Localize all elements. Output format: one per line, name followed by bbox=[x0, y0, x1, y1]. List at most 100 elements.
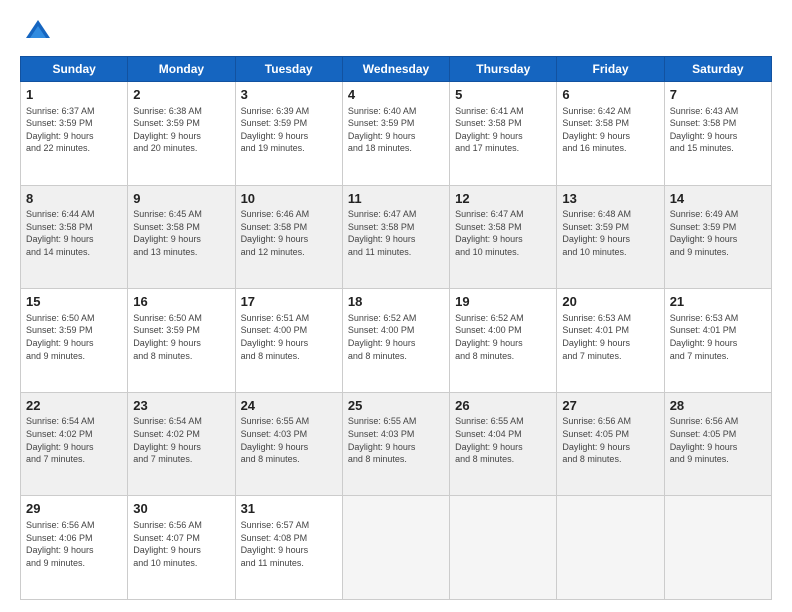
day-cell-30: 30Sunrise: 6:56 AM Sunset: 4:07 PM Dayli… bbox=[128, 496, 235, 600]
day-cell-8: 8Sunrise: 6:44 AM Sunset: 3:58 PM Daylig… bbox=[21, 185, 128, 289]
empty-cell bbox=[450, 496, 557, 600]
day-info: Sunrise: 6:56 AM Sunset: 4:05 PM Dayligh… bbox=[670, 415, 766, 465]
empty-cell bbox=[342, 496, 449, 600]
day-cell-23: 23Sunrise: 6:54 AM Sunset: 4:02 PM Dayli… bbox=[128, 392, 235, 496]
day-info: Sunrise: 6:55 AM Sunset: 4:03 PM Dayligh… bbox=[348, 415, 444, 465]
day-info: Sunrise: 6:51 AM Sunset: 4:00 PM Dayligh… bbox=[241, 312, 337, 362]
calendar: SundayMondayTuesdayWednesdayThursdayFrid… bbox=[20, 56, 772, 600]
day-cell-6: 6Sunrise: 6:42 AM Sunset: 3:58 PM Daylig… bbox=[557, 82, 664, 186]
day-number: 15 bbox=[26, 293, 122, 311]
empty-cell bbox=[557, 496, 664, 600]
day-info: Sunrise: 6:41 AM Sunset: 3:58 PM Dayligh… bbox=[455, 105, 551, 155]
logo-icon bbox=[24, 18, 52, 46]
weekday-header-wednesday: Wednesday bbox=[342, 57, 449, 82]
day-info: Sunrise: 6:42 AM Sunset: 3:58 PM Dayligh… bbox=[562, 105, 658, 155]
weekday-header-friday: Friday bbox=[557, 57, 664, 82]
day-info: Sunrise: 6:45 AM Sunset: 3:58 PM Dayligh… bbox=[133, 208, 229, 258]
day-info: Sunrise: 6:40 AM Sunset: 3:59 PM Dayligh… bbox=[348, 105, 444, 155]
weekday-header-sunday: Sunday bbox=[21, 57, 128, 82]
header bbox=[20, 18, 772, 46]
day-number: 27 bbox=[562, 397, 658, 415]
day-cell-22: 22Sunrise: 6:54 AM Sunset: 4:02 PM Dayli… bbox=[21, 392, 128, 496]
day-cell-20: 20Sunrise: 6:53 AM Sunset: 4:01 PM Dayli… bbox=[557, 289, 664, 393]
day-info: Sunrise: 6:53 AM Sunset: 4:01 PM Dayligh… bbox=[562, 312, 658, 362]
logo bbox=[20, 18, 52, 46]
day-cell-13: 13Sunrise: 6:48 AM Sunset: 3:59 PM Dayli… bbox=[557, 185, 664, 289]
day-number: 12 bbox=[455, 190, 551, 208]
day-cell-28: 28Sunrise: 6:56 AM Sunset: 4:05 PM Dayli… bbox=[664, 392, 771, 496]
day-cell-31: 31Sunrise: 6:57 AM Sunset: 4:08 PM Dayli… bbox=[235, 496, 342, 600]
day-info: Sunrise: 6:47 AM Sunset: 3:58 PM Dayligh… bbox=[348, 208, 444, 258]
weekday-header-saturday: Saturday bbox=[664, 57, 771, 82]
day-info: Sunrise: 6:50 AM Sunset: 3:59 PM Dayligh… bbox=[26, 312, 122, 362]
day-number: 2 bbox=[133, 86, 229, 104]
day-info: Sunrise: 6:55 AM Sunset: 4:03 PM Dayligh… bbox=[241, 415, 337, 465]
day-info: Sunrise: 6:43 AM Sunset: 3:58 PM Dayligh… bbox=[670, 105, 766, 155]
day-info: Sunrise: 6:56 AM Sunset: 4:05 PM Dayligh… bbox=[562, 415, 658, 465]
day-info: Sunrise: 6:54 AM Sunset: 4:02 PM Dayligh… bbox=[26, 415, 122, 465]
day-number: 22 bbox=[26, 397, 122, 415]
day-number: 16 bbox=[133, 293, 229, 311]
weekday-header-tuesday: Tuesday bbox=[235, 57, 342, 82]
day-cell-2: 2Sunrise: 6:38 AM Sunset: 3:59 PM Daylig… bbox=[128, 82, 235, 186]
day-cell-5: 5Sunrise: 6:41 AM Sunset: 3:58 PM Daylig… bbox=[450, 82, 557, 186]
day-info: Sunrise: 6:46 AM Sunset: 3:58 PM Dayligh… bbox=[241, 208, 337, 258]
day-info: Sunrise: 6:47 AM Sunset: 3:58 PM Dayligh… bbox=[455, 208, 551, 258]
weekday-header-thursday: Thursday bbox=[450, 57, 557, 82]
day-cell-7: 7Sunrise: 6:43 AM Sunset: 3:58 PM Daylig… bbox=[664, 82, 771, 186]
day-number: 25 bbox=[348, 397, 444, 415]
day-cell-26: 26Sunrise: 6:55 AM Sunset: 4:04 PM Dayli… bbox=[450, 392, 557, 496]
day-number: 28 bbox=[670, 397, 766, 415]
day-number: 21 bbox=[670, 293, 766, 311]
day-cell-17: 17Sunrise: 6:51 AM Sunset: 4:00 PM Dayli… bbox=[235, 289, 342, 393]
day-number: 7 bbox=[670, 86, 766, 104]
day-info: Sunrise: 6:54 AM Sunset: 4:02 PM Dayligh… bbox=[133, 415, 229, 465]
day-number: 3 bbox=[241, 86, 337, 104]
day-number: 30 bbox=[133, 500, 229, 518]
day-number: 8 bbox=[26, 190, 122, 208]
day-cell-16: 16Sunrise: 6:50 AM Sunset: 3:59 PM Dayli… bbox=[128, 289, 235, 393]
day-number: 4 bbox=[348, 86, 444, 104]
day-info: Sunrise: 6:38 AM Sunset: 3:59 PM Dayligh… bbox=[133, 105, 229, 155]
day-cell-18: 18Sunrise: 6:52 AM Sunset: 4:00 PM Dayli… bbox=[342, 289, 449, 393]
day-info: Sunrise: 6:56 AM Sunset: 4:07 PM Dayligh… bbox=[133, 519, 229, 569]
day-info: Sunrise: 6:57 AM Sunset: 4:08 PM Dayligh… bbox=[241, 519, 337, 569]
day-info: Sunrise: 6:37 AM Sunset: 3:59 PM Dayligh… bbox=[26, 105, 122, 155]
day-cell-9: 9Sunrise: 6:45 AM Sunset: 3:58 PM Daylig… bbox=[128, 185, 235, 289]
day-number: 26 bbox=[455, 397, 551, 415]
day-number: 23 bbox=[133, 397, 229, 415]
day-number: 6 bbox=[562, 86, 658, 104]
day-info: Sunrise: 6:49 AM Sunset: 3:59 PM Dayligh… bbox=[670, 208, 766, 258]
day-cell-21: 21Sunrise: 6:53 AM Sunset: 4:01 PM Dayli… bbox=[664, 289, 771, 393]
day-cell-19: 19Sunrise: 6:52 AM Sunset: 4:00 PM Dayli… bbox=[450, 289, 557, 393]
day-cell-15: 15Sunrise: 6:50 AM Sunset: 3:59 PM Dayli… bbox=[21, 289, 128, 393]
day-cell-29: 29Sunrise: 6:56 AM Sunset: 4:06 PM Dayli… bbox=[21, 496, 128, 600]
day-number: 20 bbox=[562, 293, 658, 311]
day-number: 5 bbox=[455, 86, 551, 104]
day-number: 17 bbox=[241, 293, 337, 311]
day-number: 24 bbox=[241, 397, 337, 415]
day-cell-11: 11Sunrise: 6:47 AM Sunset: 3:58 PM Dayli… bbox=[342, 185, 449, 289]
day-number: 9 bbox=[133, 190, 229, 208]
day-cell-14: 14Sunrise: 6:49 AM Sunset: 3:59 PM Dayli… bbox=[664, 185, 771, 289]
day-info: Sunrise: 6:50 AM Sunset: 3:59 PM Dayligh… bbox=[133, 312, 229, 362]
day-cell-27: 27Sunrise: 6:56 AM Sunset: 4:05 PM Dayli… bbox=[557, 392, 664, 496]
day-cell-1: 1Sunrise: 6:37 AM Sunset: 3:59 PM Daylig… bbox=[21, 82, 128, 186]
day-number: 19 bbox=[455, 293, 551, 311]
day-number: 13 bbox=[562, 190, 658, 208]
day-cell-24: 24Sunrise: 6:55 AM Sunset: 4:03 PM Dayli… bbox=[235, 392, 342, 496]
day-number: 10 bbox=[241, 190, 337, 208]
page: SundayMondayTuesdayWednesdayThursdayFrid… bbox=[0, 0, 792, 612]
day-info: Sunrise: 6:56 AM Sunset: 4:06 PM Dayligh… bbox=[26, 519, 122, 569]
day-number: 18 bbox=[348, 293, 444, 311]
day-number: 14 bbox=[670, 190, 766, 208]
day-cell-4: 4Sunrise: 6:40 AM Sunset: 3:59 PM Daylig… bbox=[342, 82, 449, 186]
day-number: 1 bbox=[26, 86, 122, 104]
day-cell-25: 25Sunrise: 6:55 AM Sunset: 4:03 PM Dayli… bbox=[342, 392, 449, 496]
day-cell-10: 10Sunrise: 6:46 AM Sunset: 3:58 PM Dayli… bbox=[235, 185, 342, 289]
day-info: Sunrise: 6:53 AM Sunset: 4:01 PM Dayligh… bbox=[670, 312, 766, 362]
day-info: Sunrise: 6:44 AM Sunset: 3:58 PM Dayligh… bbox=[26, 208, 122, 258]
day-number: 29 bbox=[26, 500, 122, 518]
day-info: Sunrise: 6:55 AM Sunset: 4:04 PM Dayligh… bbox=[455, 415, 551, 465]
weekday-header-monday: Monday bbox=[128, 57, 235, 82]
